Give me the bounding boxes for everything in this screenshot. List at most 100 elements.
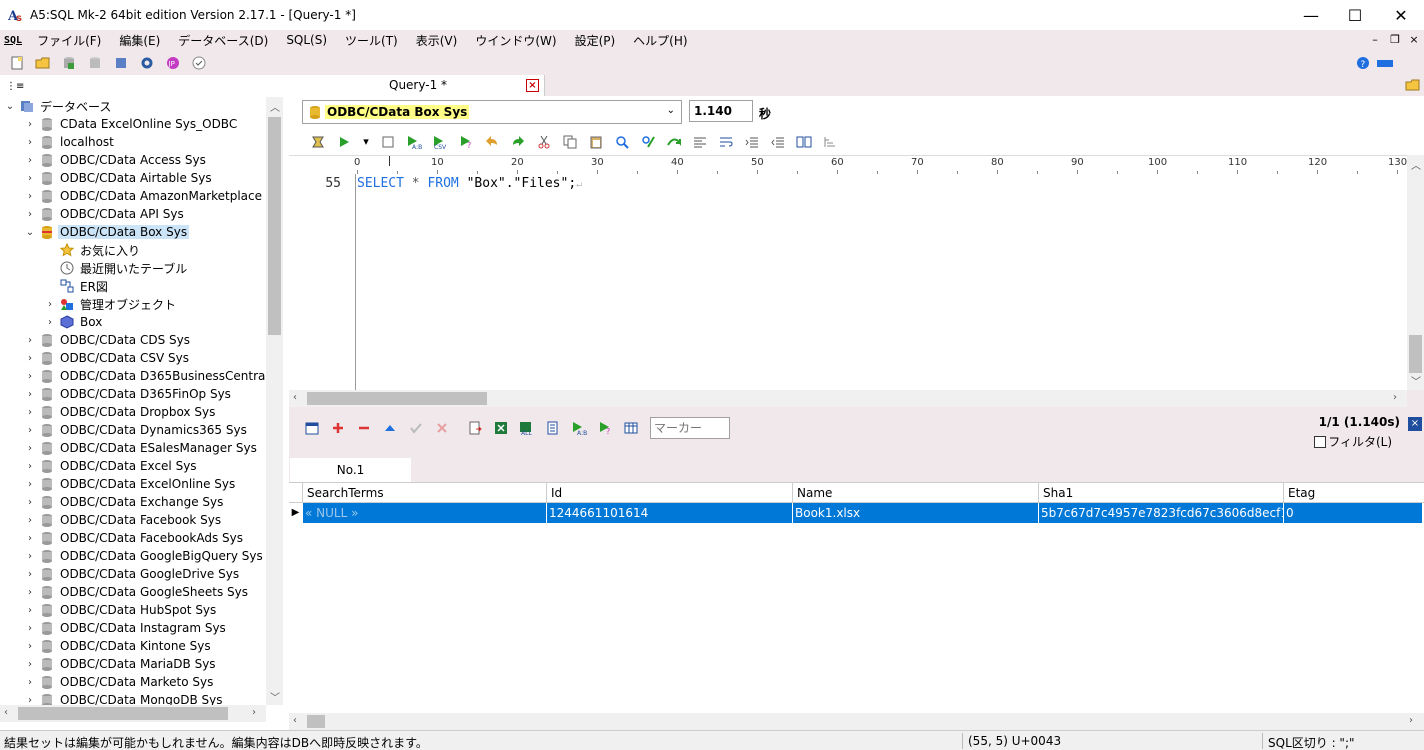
- commit-check-icon[interactable]: [408, 420, 424, 436]
- connect-db-icon[interactable]: [61, 55, 77, 71]
- grid-horizontal-scrollbar[interactable]: ‹ ›: [289, 713, 1424, 730]
- format-sql-icon[interactable]: [822, 134, 838, 150]
- excel-icon[interactable]: [493, 420, 509, 436]
- mdi-minimize-button[interactable]: –: [1368, 32, 1382, 48]
- scroll-up-icon[interactable]: ︿: [270, 99, 280, 114]
- db-list-icon[interactable]: [113, 55, 129, 71]
- tree-item-connection[interactable]: › ODBC/CData AmazonMarketplace Sys: [24, 187, 266, 205]
- chevron-right-icon[interactable]: ›: [24, 353, 36, 364]
- search-icon[interactable]: [614, 134, 630, 150]
- tree-item-connection[interactable]: › ODBC/CData Access Sys: [24, 151, 208, 169]
- menu-tools[interactable]: ツール(T): [336, 32, 407, 49]
- tree-item-child[interactable]: 最近開いたテーブル: [44, 259, 189, 277]
- chevron-right-icon[interactable]: ›: [24, 605, 36, 616]
- menu-sql[interactable]: SQL(S): [277, 33, 336, 47]
- execute-ab-icon[interactable]: A;B: [406, 134, 422, 150]
- dropdown-arrow-icon[interactable]: ▾: [362, 134, 370, 150]
- editor-scroll-left-icon[interactable]: ‹: [293, 392, 297, 403]
- tree-item-connection[interactable]: › ODBC/CData Marketo Sys: [24, 673, 215, 691]
- menu-help[interactable]: ヘルプ(H): [624, 32, 696, 49]
- editor-scroll-right-icon[interactable]: ›: [1393, 392, 1397, 403]
- tab-query-1[interactable]: Query-1 * ×: [289, 75, 545, 96]
- chevron-right-icon[interactable]: ›: [24, 371, 36, 382]
- grid-scroll-right-icon[interactable]: ›: [1409, 715, 1413, 726]
- chevron-right-icon[interactable]: ›: [24, 119, 36, 130]
- open-file-icon[interactable]: [35, 55, 51, 71]
- tab-close-icon[interactable]: ×: [526, 79, 539, 92]
- menu-view[interactable]: 表示(V): [407, 32, 467, 49]
- chevron-right-icon[interactable]: ›: [24, 569, 36, 580]
- chevron-right-icon[interactable]: ›: [24, 335, 36, 346]
- folder-icon[interactable]: [1405, 77, 1421, 93]
- paste-icon[interactable]: [588, 134, 604, 150]
- export-doc-icon[interactable]: [467, 420, 483, 436]
- column-header-name[interactable]: Name: [792, 483, 1038, 503]
- cell-searchterms[interactable]: « NULL »: [302, 503, 546, 523]
- tree-item-connection[interactable]: › ODBC/CData ESalesManager Sys: [24, 439, 259, 457]
- sql-editor[interactable]: 55 SELECT * FROM "Box"."Files";↵: [289, 174, 1407, 390]
- tree-item-connection[interactable]: › localhost: [24, 133, 116, 151]
- tree-item-child[interactable]: ER図: [44, 277, 110, 295]
- column-header-sha1[interactable]: Sha1: [1038, 483, 1283, 503]
- chevron-right-icon[interactable]: ›: [24, 425, 36, 436]
- minimize-button[interactable]: —: [1288, 0, 1334, 30]
- tree-item-connection[interactable]: › ODBC/CData D365BusinessCentral Sys: [24, 367, 266, 385]
- tree-hscroll-thumb[interactable]: [18, 707, 228, 720]
- column-header-searchterms[interactable]: SearchTerms: [302, 483, 546, 503]
- chevron-right-icon[interactable]: ›: [24, 695, 36, 706]
- copy-icon[interactable]: [562, 134, 578, 150]
- cell-id[interactable]: 1244661101614: [546, 503, 792, 523]
- tree-vscroll-thumb[interactable]: [268, 117, 281, 335]
- indent-icon[interactable]: [744, 134, 760, 150]
- cell-sha1[interactable]: 5b7c67d7c4957e7823fcd67c3606d8ecf1d6392e: [1038, 503, 1283, 523]
- table-row[interactable]: ▶ « NULL » 1244661101614 Book1.xlsx 5b7c…: [289, 503, 1424, 523]
- editor-vertical-scrollbar[interactable]: ︿ ﹀: [1407, 155, 1424, 390]
- editor-scroll-up-icon[interactable]: ︿: [1411, 157, 1421, 172]
- chevron-right-icon[interactable]: ›: [24, 461, 36, 472]
- tree-item-connection[interactable]: › ODBC/CData FacebookAds Sys: [24, 529, 245, 547]
- grid-layout-icon[interactable]: [623, 420, 639, 436]
- redo-icon[interactable]: [510, 134, 526, 150]
- cell-name[interactable]: Book1.xlsx: [792, 503, 1038, 523]
- chevron-right-icon[interactable]: ›: [24, 551, 36, 562]
- grid-hscroll-thumb[interactable]: [307, 715, 325, 728]
- tree-item-connection[interactable]: › ODBC/CData Excel Sys: [24, 457, 199, 475]
- chevron-right-icon[interactable]: ›: [24, 443, 36, 454]
- editor-scroll-down-icon[interactable]: ﹀: [1411, 373, 1421, 388]
- connection-select[interactable]: ODBC/CData Box Sys ⌄: [302, 100, 682, 124]
- tree-item-connection[interactable]: ⌄ ODBC/CData Box Sys: [24, 223, 190, 241]
- chevron-right-icon[interactable]: ›: [24, 173, 36, 184]
- grid-scroll-left-icon[interactable]: ‹: [293, 715, 297, 726]
- menu-database[interactable]: データベース(D): [169, 32, 277, 49]
- tree-item-connection[interactable]: › ODBC/CData Kintone Sys: [24, 637, 213, 655]
- chevron-right-icon[interactable]: ›: [44, 317, 56, 328]
- tree-item-connection[interactable]: › ODBC/CData CSV Sys: [24, 349, 191, 367]
- maximize-button[interactable]: ☐: [1332, 0, 1378, 30]
- tree-horizontal-scrollbar[interactable]: ‹ ›: [0, 705, 266, 722]
- explain-icon[interactable]: ?: [458, 134, 474, 150]
- cancel-edit-icon[interactable]: [434, 420, 450, 436]
- mdi-restore-button[interactable]: ❐: [1388, 32, 1402, 48]
- delete-row-icon[interactable]: [356, 420, 372, 436]
- search-replace-icon[interactable]: [640, 134, 656, 150]
- chevron-right-icon[interactable]: ›: [24, 623, 36, 634]
- run-script-icon[interactable]: [310, 134, 326, 150]
- menu-window[interactable]: ウインドウ(W): [466, 32, 565, 49]
- chevron-right-icon[interactable]: ›: [24, 587, 36, 598]
- close-window-button[interactable]: ✕: [1378, 0, 1424, 30]
- chevron-right-icon[interactable]: ›: [24, 407, 36, 418]
- editor-hscroll-thumb[interactable]: [307, 392, 487, 405]
- align-left-icon[interactable]: [692, 134, 708, 150]
- help-icon[interactable]: ?: [1355, 55, 1371, 71]
- tree-item-connection[interactable]: › ODBC/CData Dropbox Sys: [24, 403, 217, 421]
- tree-root-databases[interactable]: ⌄ データベース: [4, 97, 113, 115]
- run-ab-icon[interactable]: A;B: [571, 420, 587, 436]
- undo-icon[interactable]: [484, 134, 500, 150]
- menu-edit[interactable]: 編集(E): [110, 32, 169, 49]
- result-close-icon[interactable]: ×: [1408, 417, 1422, 431]
- check-circle-icon[interactable]: [191, 55, 207, 71]
- tree-item-connection[interactable]: › ODBC/CData HubSpot Sys: [24, 601, 218, 619]
- chevron-down-icon[interactable]: ⌄: [24, 227, 36, 238]
- filter-checkbox[interactable]: フィルタ(L): [1314, 433, 1392, 450]
- chevron-right-icon[interactable]: ›: [24, 677, 36, 688]
